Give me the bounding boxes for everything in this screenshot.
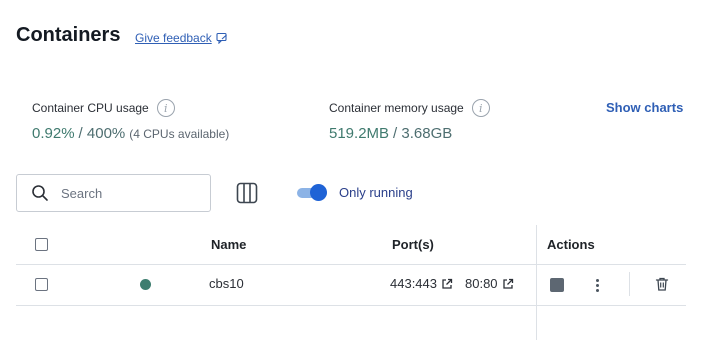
header-divider <box>16 264 686 265</box>
row-divider <box>16 305 686 306</box>
only-running-label: Only running <box>339 185 413 200</box>
memory-usage-label: Container memory usage <box>329 101 464 115</box>
port-link[interactable]: 80:80 <box>465 276 514 291</box>
external-link-icon <box>442 278 453 289</box>
cpu-usage-total: / 400% <box>78 125 126 142</box>
feedback-icon <box>216 32 227 44</box>
search-icon <box>32 185 48 201</box>
search-input[interactable] <box>61 185 191 201</box>
memory-usage-label-group: Container memory usage i <box>329 99 490 117</box>
actions-column-divider <box>536 225 537 340</box>
memory-usage-value: 519.2MB / 3.68GB <box>329 125 452 142</box>
dot <box>595 288 599 292</box>
memory-usage-used: 519.2MB <box>329 125 390 142</box>
give-feedback-link[interactable]: Give feedback <box>135 31 228 45</box>
action-separator <box>629 272 630 296</box>
dot <box>595 283 599 287</box>
column-header-ports[interactable]: Port(s) <box>392 237 434 252</box>
search-box[interactable] <box>16 174 211 212</box>
row-checkbox[interactable] <box>35 278 48 291</box>
columns-toggle-button[interactable] <box>235 181 259 205</box>
cpu-usage-percent: 0.92% <box>32 125 75 142</box>
give-feedback-label: Give feedback <box>135 31 212 45</box>
cpu-count-note: (4 CPUs available) <box>129 127 230 141</box>
column-header-actions: Actions <box>547 237 595 252</box>
cpu-usage-label: Container CPU usage <box>32 101 149 115</box>
info-icon[interactable]: i <box>471 99 490 117</box>
select-all-checkbox[interactable] <box>35 238 48 251</box>
cpu-usage-value: 0.92% / 400% (4 CPUs available) <box>32 125 229 142</box>
column-header-name[interactable]: Name <box>211 237 246 252</box>
status-indicator-running <box>140 279 151 290</box>
trash-icon[interactable] <box>654 276 670 292</box>
memory-usage-total: / 3.68GB <box>393 125 453 142</box>
port-link[interactable]: 443:443 <box>390 276 453 291</box>
container-ports: 443:443 80:80 <box>390 276 514 291</box>
port-mapping: 80:80 <box>465 276 498 291</box>
dot <box>595 278 599 282</box>
only-running-toggle[interactable] <box>297 183 329 203</box>
columns-icon <box>236 182 258 204</box>
container-name[interactable]: cbs10 <box>209 276 244 291</box>
stop-icon[interactable] <box>550 278 564 292</box>
cpu-usage-label-group: Container CPU usage i <box>32 99 175 117</box>
page-title: Containers <box>16 24 121 46</box>
toggle-knob <box>310 184 327 201</box>
port-mapping: 443:443 <box>390 276 437 291</box>
show-charts-button[interactable]: Show charts <box>606 100 683 115</box>
external-link-icon <box>502 278 513 289</box>
more-vertical-icon[interactable] <box>590 276 604 294</box>
info-icon[interactable]: i <box>156 99 175 117</box>
